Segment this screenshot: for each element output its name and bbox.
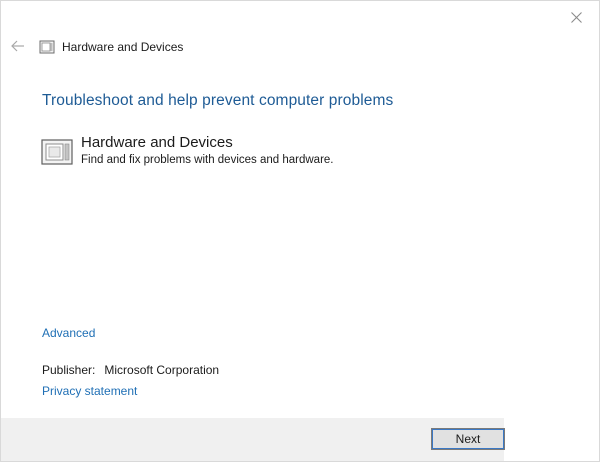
back-arrow-icon [11, 40, 24, 52]
troubleshooter-window: Hardware and Devices Troubleshoot and he… [0, 0, 600, 462]
publisher-info: Publisher: Microsoft Corporation [42, 363, 219, 377]
window-title: Hardware and Devices [62, 40, 184, 54]
next-button[interactable]: Next [431, 428, 505, 450]
privacy-statement-link[interactable]: Privacy statement [42, 384, 137, 398]
close-button[interactable] [561, 4, 591, 30]
publisher-value: Microsoft Corporation [104, 363, 220, 377]
window-title-bar: Hardware and Devices [39, 39, 183, 55]
hardware-devices-icon [39, 40, 55, 54]
option-title: Hardware and Devices [81, 134, 233, 151]
troubleshooter-option-text: Hardware and Devices Find and fix proble… [81, 134, 334, 166]
page-heading: Troubleshoot and help prevent computer p… [42, 92, 394, 109]
advanced-link[interactable]: Advanced [42, 326, 95, 340]
close-icon [570, 11, 582, 23]
troubleshooter-option[interactable]: Hardware and Devices Find and fix proble… [41, 134, 334, 168]
footer-bar [1, 418, 504, 461]
hardware-devices-icon [41, 139, 73, 165]
back-button[interactable] [7, 35, 29, 57]
publisher-label: Publisher: [42, 363, 96, 377]
option-description: Find and fix problems with devices and h… [81, 154, 334, 166]
